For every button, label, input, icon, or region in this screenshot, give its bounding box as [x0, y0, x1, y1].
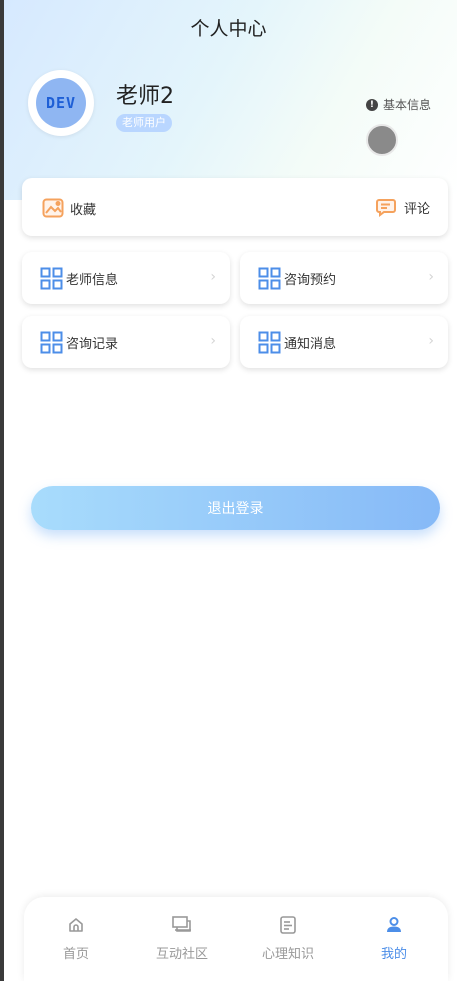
comments-label: 评论: [403, 202, 430, 217]
tab-label: 首页: [62, 947, 89, 962]
user-name: 老师2: [116, 84, 174, 109]
menu-notifications[interactable]: 通知消息 ›: [240, 316, 448, 368]
tab-label: 心理知识: [261, 947, 314, 962]
home-icon: [69, 918, 83, 932]
menu-label: 通知消息: [284, 336, 337, 352]
grid-icon: [40, 267, 63, 289]
tab-label: 互动社区: [155, 947, 208, 962]
comment-icon: [375, 199, 396, 217]
menu-label: 咨询预约: [284, 272, 337, 288]
menu-teacher-info[interactable]: 老师信息 ›: [22, 252, 230, 304]
favorites-button[interactable]: 收藏: [42, 198, 96, 218]
tab-community[interactable]: 互动社区: [142, 915, 222, 962]
logout-button[interactable]: 退出登录: [31, 486, 440, 530]
comments-button[interactable]: 评论: [375, 198, 430, 217]
settings-toggle[interactable]: [366, 124, 398, 156]
menu-consult-booking[interactable]: 咨询预约 ›: [240, 252, 448, 304]
image-icon: [42, 198, 64, 218]
avatar-image: DEV: [36, 78, 86, 128]
chat-icon: [172, 916, 191, 932]
tab-label: 我的: [380, 947, 407, 962]
grid-icon: [258, 331, 281, 353]
favorites-card: 收藏 评论: [22, 178, 448, 236]
page-title: 个人中心: [190, 18, 267, 40]
user-icon: [387, 917, 401, 932]
tab-home[interactable]: 首页: [36, 915, 116, 962]
chevron-right-icon: ›: [428, 333, 434, 349]
bottom-tab-bar: 首页 互动社区 心理知识 我的: [24, 897, 448, 981]
favorites-label: 收藏: [70, 202, 97, 218]
chevron-right-icon: ›: [210, 333, 216, 349]
menu-label: 咨询记录: [66, 336, 119, 352]
tab-mine[interactable]: 我的: [354, 915, 434, 962]
window-edge: [0, 0, 4, 981]
document-icon: [280, 916, 296, 934]
tab-knowledge[interactable]: 心理知识: [248, 915, 328, 962]
role-badge: 老师用户: [116, 114, 172, 132]
basic-info-link[interactable]: ! 基本信息: [365, 96, 431, 113]
basic-info-label: 基本信息: [382, 98, 431, 112]
menu-consult-records[interactable]: 咨询记录 ›: [22, 316, 230, 368]
grid-icon: [40, 331, 63, 353]
chevron-right-icon: ›: [210, 269, 216, 285]
avatar[interactable]: DEV: [28, 70, 94, 136]
grid-icon: [258, 267, 281, 289]
chevron-right-icon: ›: [428, 269, 434, 285]
menu-label: 老师信息: [66, 272, 119, 288]
info-icon: !: [365, 98, 378, 111]
